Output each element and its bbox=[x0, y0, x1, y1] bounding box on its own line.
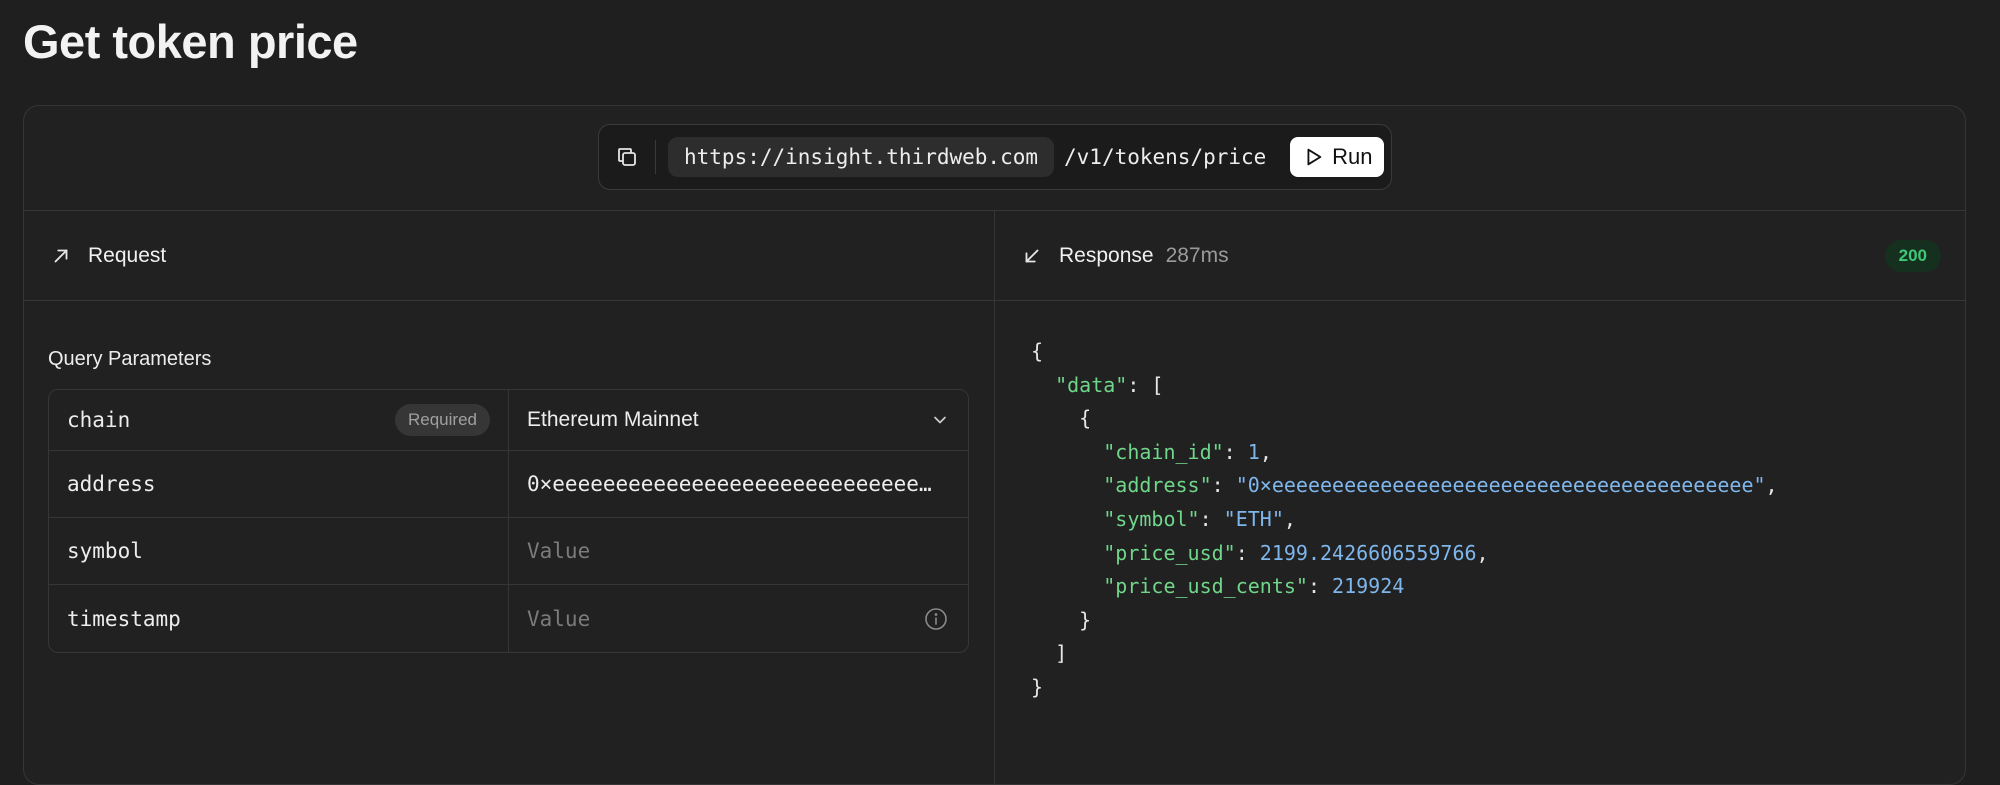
json-value: "0×eeeeeeeeeeeeeeeeeeeeeeeeeeeeeeeeeeeee… bbox=[1235, 473, 1766, 498]
symbol-input[interactable]: Value bbox=[509, 518, 968, 584]
json-brace: { bbox=[1031, 339, 1044, 363]
symbol-placeholder: Value bbox=[527, 539, 591, 563]
param-name: chain Required bbox=[49, 390, 509, 450]
status-badge: 200 bbox=[1884, 240, 1941, 272]
run-button[interactable]: Run bbox=[1290, 137, 1385, 177]
param-name-label: symbol bbox=[67, 539, 143, 563]
json-key: "symbol" bbox=[1103, 506, 1200, 531]
arrow-down-left-icon bbox=[1025, 249, 1039, 262]
required-badge: Required bbox=[395, 404, 490, 436]
json-value: "ETH" bbox=[1223, 506, 1284, 531]
timestamp-placeholder: Value bbox=[527, 606, 591, 631]
param-name-label: chain bbox=[67, 408, 131, 432]
request-header: Request bbox=[24, 211, 994, 301]
json-key: "price_usd" bbox=[1103, 540, 1236, 565]
json-value: 219924 bbox=[1332, 574, 1405, 599]
json-key: "address" bbox=[1103, 473, 1212, 498]
json-key: "chain_id" bbox=[1103, 439, 1224, 464]
param-name: address bbox=[49, 451, 509, 517]
chain-select[interactable]: Ethereum Mainnet bbox=[509, 390, 968, 450]
param-name-label: timestamp bbox=[67, 606, 181, 631]
param-row-timestamp: timestamp Value bbox=[49, 585, 968, 652]
url-divider bbox=[655, 140, 656, 174]
page-title: Get token price bbox=[23, 15, 358, 68]
url-section: https://insight.thirdweb.com /v1/tokens/… bbox=[24, 106, 1965, 211]
params-table: chain Required Ethereum Mainnet address … bbox=[48, 389, 969, 653]
request-title: Request bbox=[88, 243, 167, 267]
response-header: Response 287ms 200 bbox=[995, 211, 1965, 301]
play-icon bbox=[1307, 148, 1322, 166]
param-row-chain: chain Required Ethereum Mainnet bbox=[49, 390, 968, 451]
address-input[interactable]: 0×eeeeeeeeeeeeeeeeeeeeeeeeeeeeeeeeeeeeee… bbox=[509, 451, 968, 517]
url-bar: https://insight.thirdweb.com /v1/tokens/… bbox=[598, 124, 1392, 190]
timestamp-input[interactable]: Value bbox=[509, 585, 968, 652]
json-value: 1 bbox=[1247, 439, 1260, 464]
json-key: "data" bbox=[1055, 372, 1128, 397]
response-json: { "data": [ { "chain_id": 1, "address": … bbox=[1031, 339, 1778, 699]
param-row-symbol: symbol Value bbox=[49, 518, 968, 585]
chevron-down-icon bbox=[934, 416, 946, 424]
endpoint-path: /v1/tokens/price bbox=[1064, 145, 1267, 169]
response-title: Response bbox=[1059, 243, 1154, 267]
query-parameters-label: Query Parameters bbox=[48, 348, 212, 370]
address-input-value: 0×eeeeeeeeeeeeeeeeeeeeeeeeeeeeeeeeeeeeee… bbox=[527, 472, 942, 496]
run-label: Run bbox=[1332, 144, 1373, 169]
param-name: timestamp bbox=[49, 585, 509, 652]
json-value: 2199.2426606559766 bbox=[1259, 540, 1477, 565]
param-name: symbol bbox=[49, 518, 509, 584]
base-url: https://insight.thirdweb.com bbox=[668, 137, 1055, 177]
copy-icon bbox=[618, 148, 636, 166]
param-name-label: address bbox=[67, 472, 156, 496]
chain-select-value: Ethereum Mainnet bbox=[527, 408, 699, 431]
param-row-address: address 0×eeeeeeeeeeeeeeeeeeeeeeeeeeeeee… bbox=[49, 451, 968, 518]
copy-url-button[interactable] bbox=[599, 125, 655, 189]
request-pane: Request Query Parameters chain Required … bbox=[24, 211, 995, 784]
arrow-up-right-icon bbox=[54, 249, 68, 262]
info-icon[interactable] bbox=[924, 607, 948, 631]
response-latency: 287ms bbox=[1165, 243, 1229, 267]
json-key: "price_usd_cents" bbox=[1103, 574, 1308, 599]
